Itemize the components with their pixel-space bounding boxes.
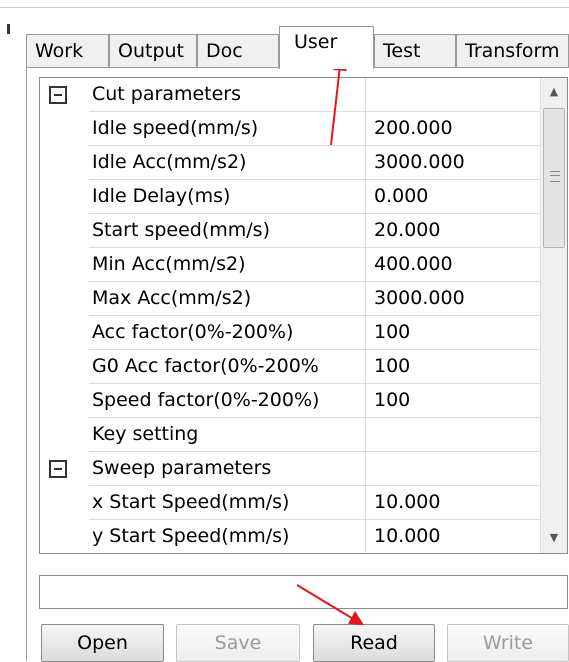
param-name: Key setting <box>89 418 366 452</box>
param-value[interactable]: 10.000 <box>366 520 540 553</box>
param-name: Sweep parameters <box>89 452 366 486</box>
scroll-up-icon[interactable]: ▲ <box>541 78 567 106</box>
tab-user[interactable]: User <box>279 26 374 69</box>
parameter-grid: Cut parameters Idle speed(mm/s) 200.000 … <box>39 77 568 554</box>
param-name: Max Acc(mm/s2) <box>89 282 366 316</box>
collapse-icon[interactable] <box>49 460 67 478</box>
vertical-scrollbar[interactable]: ▲ ▼ <box>540 78 567 553</box>
frame-edge-mark <box>7 24 10 34</box>
param-name: Start speed(mm/s) <box>89 214 366 248</box>
param-row-idle-speed[interactable]: Idle speed(mm/s) 200.000 <box>40 112 540 146</box>
window-top-border <box>0 7 569 8</box>
collapse-icon[interactable] <box>49 86 67 104</box>
param-name: Idle Delay(ms) <box>89 180 366 214</box>
param-row-start-speed[interactable]: Start speed(mm/s) 20.000 <box>40 214 540 248</box>
tab-test[interactable]: Test <box>374 34 456 68</box>
param-value <box>366 452 540 486</box>
param-name: Acc factor(0%-200%) <box>89 316 366 350</box>
param-name: G0 Acc factor(0%-200% <box>89 350 366 384</box>
tab-work-label: Work <box>35 40 84 62</box>
param-row-key-setting[interactable]: Key setting <box>40 418 540 452</box>
param-value[interactable]: 20.000 <box>366 214 540 248</box>
param-value[interactable] <box>366 418 540 452</box>
param-row-x-start-speed[interactable]: x Start Speed(mm/s) 10.000 <box>40 486 540 520</box>
param-value[interactable]: 3000.000 <box>366 146 540 180</box>
param-name: Idle Acc(mm/s2) <box>89 146 366 180</box>
write-button-label: Write <box>482 632 534 654</box>
param-row-acc-factor[interactable]: Acc factor(0%-200%) 100 <box>40 316 540 350</box>
scroll-thumb[interactable] <box>543 108 565 248</box>
group-row-sweep-parameters[interactable]: Sweep parameters <box>40 452 540 486</box>
tab-test-label: Test <box>383 40 421 62</box>
param-row-idle-delay[interactable]: Idle Delay(ms) 0.000 <box>40 180 540 214</box>
param-row-y-start-speed[interactable]: y Start Speed(mm/s) 10.000 <box>40 520 540 553</box>
scroll-down-icon[interactable]: ▼ <box>541 524 567 552</box>
param-value[interactable]: 10.000 <box>366 486 540 520</box>
open-button-label: Open <box>77 632 128 654</box>
open-button[interactable]: Open <box>41 624 164 662</box>
grip-icon <box>550 171 560 182</box>
param-value[interactable]: 100 <box>366 384 540 418</box>
param-value[interactable]: 100 <box>366 350 540 384</box>
param-value <box>366 78 540 112</box>
tab-output[interactable]: Output <box>109 34 197 68</box>
save-button-label: Save <box>214 632 262 654</box>
param-row-speed-factor[interactable]: Speed factor(0%-200%) 100 <box>40 384 540 418</box>
tab-user-label: User <box>294 31 338 53</box>
tab-work[interactable]: Work <box>26 34 109 68</box>
param-name: y Start Speed(mm/s) <box>89 520 366 553</box>
group-row-cut-parameters[interactable]: Cut parameters <box>40 78 540 112</box>
param-row-g0-acc-factor[interactable]: G0 Acc factor(0%-200% 100 <box>40 350 540 384</box>
param-value[interactable]: 100 <box>366 316 540 350</box>
param-value[interactable]: 200.000 <box>366 112 540 146</box>
read-button[interactable]: Read <box>313 624 435 662</box>
tab-transform-label: Transform <box>465 40 560 62</box>
tab-transform[interactable]: Transform <box>456 34 569 68</box>
write-button[interactable]: Write <box>447 624 569 662</box>
param-row-idle-acc[interactable]: Idle Acc(mm/s2) 3000.000 <box>40 146 540 180</box>
param-value[interactable]: 0.000 <box>366 180 540 214</box>
param-name: Min Acc(mm/s2) <box>89 248 366 282</box>
param-value[interactable]: 3000.000 <box>366 282 540 316</box>
param-value[interactable]: 400.000 <box>366 248 540 282</box>
tab-doc-label: Doc <box>206 40 243 62</box>
param-name: x Start Speed(mm/s) <box>89 486 366 520</box>
tab-output-label: Output <box>118 40 184 62</box>
read-button-label: Read <box>350 632 398 654</box>
param-name: Speed factor(0%-200%) <box>89 384 366 418</box>
param-name: Idle speed(mm/s) <box>89 112 366 146</box>
tab-bar: Work Output Doc User Test Transform <box>26 26 569 69</box>
param-row-max-acc[interactable]: Max Acc(mm/s2) 3000.000 <box>40 282 540 316</box>
param-name: Cut parameters <box>89 78 366 112</box>
param-row-min-acc[interactable]: Min Acc(mm/s2) 400.000 <box>40 248 540 282</box>
save-button[interactable]: Save <box>176 624 300 662</box>
status-field <box>39 575 568 609</box>
tab-doc[interactable]: Doc <box>197 34 279 68</box>
user-tab-panel: Cut parameters Idle speed(mm/s) 200.000 … <box>26 67 569 662</box>
